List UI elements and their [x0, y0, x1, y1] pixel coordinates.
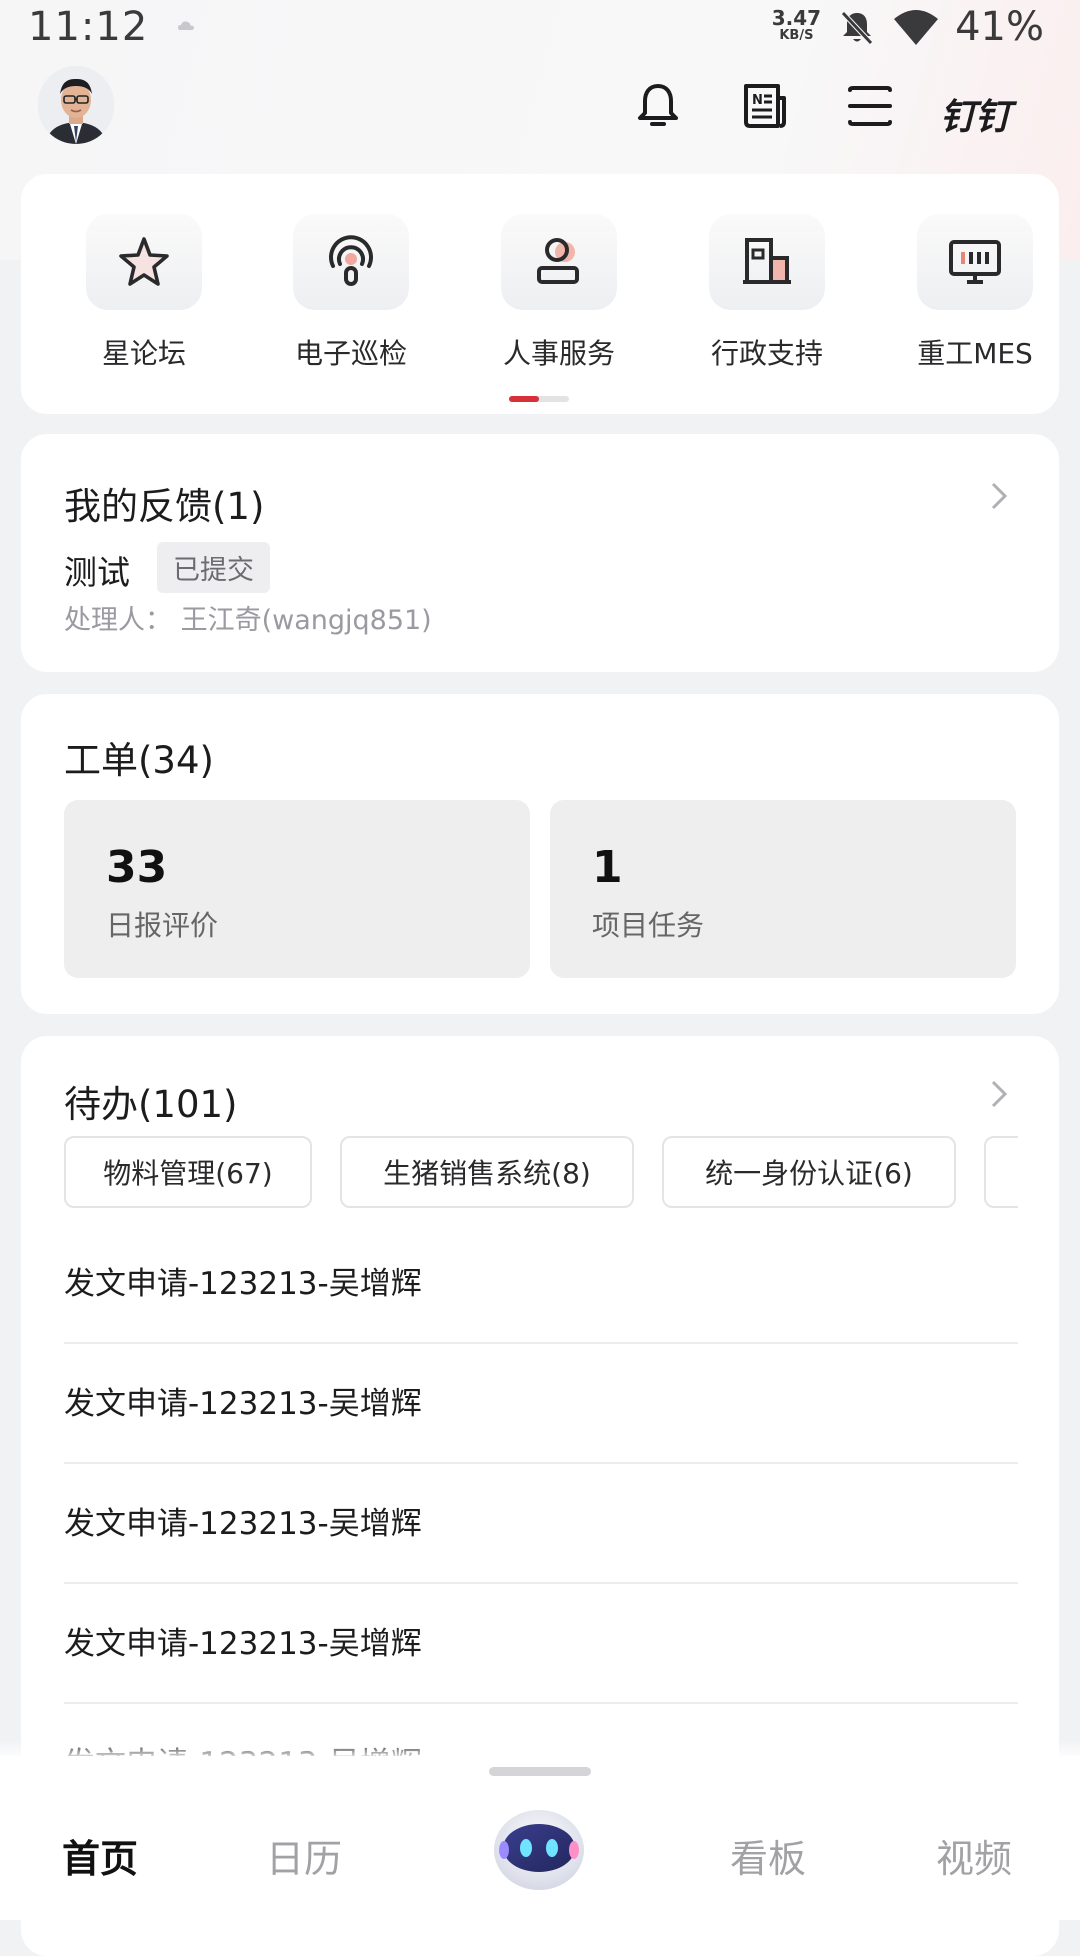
work-order-label: 日报评价 — [106, 909, 219, 942]
page-indicator-active — [509, 396, 539, 402]
feedback-item-name: 测试 — [64, 553, 130, 592]
notifications-muted-icon — [841, 11, 873, 45]
chip-unified-identity-auth[interactable]: 统一身份认证(6) — [662, 1136, 956, 1208]
menu-icon[interactable] — [844, 80, 896, 132]
avatar[interactable] — [38, 66, 114, 144]
app-label: 行政支持 — [710, 337, 823, 370]
work-order-card: 工单(34) 33 日报评价 1 项目任务 — [21, 694, 1059, 1014]
todo-item[interactable]: 发文申请-123213-吴增辉 — [64, 1584, 1018, 1704]
svg-text:N: N — [752, 93, 763, 108]
feedback-title: 我的反馈(1) — [64, 485, 265, 528]
tab-video[interactable]: 视频 — [936, 1828, 1012, 1883]
star-icon — [86, 214, 202, 310]
work-order-label: 项目任务 — [592, 909, 705, 942]
app-label: 人事服务 — [502, 337, 615, 370]
app-hr-service[interactable]: 人事服务 — [479, 214, 639, 372]
sheet-drag-handle[interactable] — [489, 1767, 591, 1776]
todo-title: 待办(101) — [64, 1083, 238, 1126]
work-order-project-task[interactable]: 1 项目任务 — [550, 800, 1016, 978]
top-header: N 钉钉 — [0, 62, 1080, 152]
cloud-icon — [178, 21, 194, 30]
todo-item[interactable]: 发文申请-123213-吴增辉 — [64, 1464, 1018, 1584]
work-order-count: 33 — [106, 842, 168, 893]
bell-icon[interactable] — [632, 80, 684, 132]
dingtalk-logo[interactable]: 钉钉 — [940, 88, 1011, 140]
status-bar: 11:12 3.47 KB/S 41% — [0, 0, 1080, 58]
network-speed: 3.47 KB/S — [771, 6, 822, 45]
network-speed-unit: KB/S — [779, 28, 814, 43]
ai-robot-icon[interactable] — [490, 1804, 588, 1892]
app-label: 重工MES — [917, 337, 1033, 370]
person-icon — [501, 214, 617, 310]
tab-dashboard[interactable]: 看板 — [730, 1828, 806, 1883]
app-label: 电子巡检 — [294, 337, 407, 370]
app-e-patrol[interactable]: 电子巡检 — [271, 214, 431, 372]
user-photo — [38, 66, 114, 144]
network-speed-value: 3.47 — [771, 6, 822, 30]
status-badge: 已提交 — [157, 542, 270, 593]
feedback-card[interactable]: 我的反馈(1) 测试 已提交 处理人： 王江奇(wangjq851) — [21, 434, 1059, 672]
chip-hog-sales-system[interactable]: 生猪销售系统(8) — [340, 1136, 634, 1208]
todo-item[interactable]: 发文申请-123213-吴增辉 — [64, 1344, 1018, 1464]
app-label: 星论坛 — [101, 337, 186, 370]
chip-material-management[interactable]: 物料管理(67) — [64, 1136, 312, 1208]
battery-level: 41% — [955, 4, 1044, 50]
quick-apps-card: 星论坛 电子巡检 人事服务 行政支持 重工MES — [21, 174, 1059, 414]
app-star-forum[interactable]: 星论坛 — [64, 214, 224, 372]
patrol-signal-icon — [293, 214, 409, 310]
wifi-icon — [894, 10, 939, 45]
todo-category-chips[interactable]: 物料管理(67) 生猪销售系统(8) 统一身份认证(6) — [64, 1136, 1018, 1216]
app-admin-support[interactable]: 行政支持 — [687, 214, 847, 372]
status-time: 11:12 — [28, 4, 149, 50]
feedback-handler: 处理人： 王江奇(wangjq851) — [64, 605, 432, 636]
chevron-right-icon[interactable] — [987, 478, 1011, 514]
work-order-title: 工单(34) — [64, 739, 214, 782]
tab-home[interactable]: 首页 — [62, 1828, 138, 1883]
app-heavy-industry-mes[interactable]: 重工MES — [895, 214, 1055, 372]
page-indicator — [509, 396, 569, 402]
status-right: 3.47 KB/S 41% — [772, 4, 1044, 50]
bottom-tab-bar: 首页 日历 看板 视频 — [0, 1756, 1080, 1920]
chip-more[interactable] — [984, 1136, 1018, 1208]
building-icon — [709, 214, 825, 310]
chevron-right-icon[interactable] — [987, 1076, 1011, 1112]
news-icon[interactable]: N — [738, 80, 790, 132]
monitor-icon — [917, 214, 1033, 310]
work-order-count: 1 — [592, 842, 623, 893]
todo-item[interactable]: 发文申请-123213-吴增辉 — [64, 1224, 1018, 1344]
work-order-daily-report[interactable]: 33 日报评价 — [64, 800, 530, 978]
tab-calendar[interactable]: 日历 — [266, 1828, 342, 1883]
